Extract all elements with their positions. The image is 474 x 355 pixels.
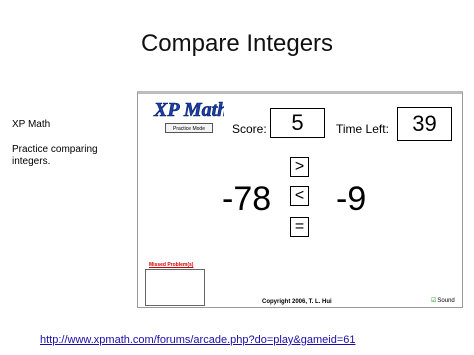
right-number: -9: [336, 180, 367, 218]
missed-problems-list: [145, 269, 205, 306]
left-number: -78: [222, 180, 272, 218]
practice-mode-button[interactable]: Practice Mode: [165, 123, 213, 133]
sidebar: XP Math Practice comparing integers.: [12, 119, 122, 169]
xp-math-logo: XP Math: [153, 99, 224, 122]
equal-button[interactable]: =: [290, 217, 309, 237]
slide-title: Compare Integers: [140, 30, 334, 57]
game-applet[interactable]: XP Math Practice Mode Score: 5 Time Left…: [137, 91, 463, 308]
sidebar-description: Practice comparing integers.: [12, 143, 98, 168]
time-left-label: Time Left:: [336, 122, 389, 136]
greater-than-button[interactable]: >: [290, 157, 309, 177]
time-left-value: 39: [397, 107, 452, 141]
sidebar-title: XP Math: [12, 119, 51, 130]
sound-toggle[interactable]: ☑Sound: [431, 297, 455, 304]
game-link[interactable]: http://www.xpmath.com/forums/arcade.php?…: [40, 334, 356, 346]
copyright-text: Copyright 2006, T. L. Hui: [262, 299, 332, 305]
missed-problems-label: Missed Problem(s): [149, 262, 194, 268]
score-value: 5: [270, 108, 325, 138]
logo-text: XP Math: [153, 99, 224, 121]
score-label: Score:: [232, 122, 267, 136]
sound-label: Sound: [437, 298, 455, 304]
checkbox-icon: ☑: [431, 298, 437, 304]
less-than-button[interactable]: <: [290, 186, 309, 206]
